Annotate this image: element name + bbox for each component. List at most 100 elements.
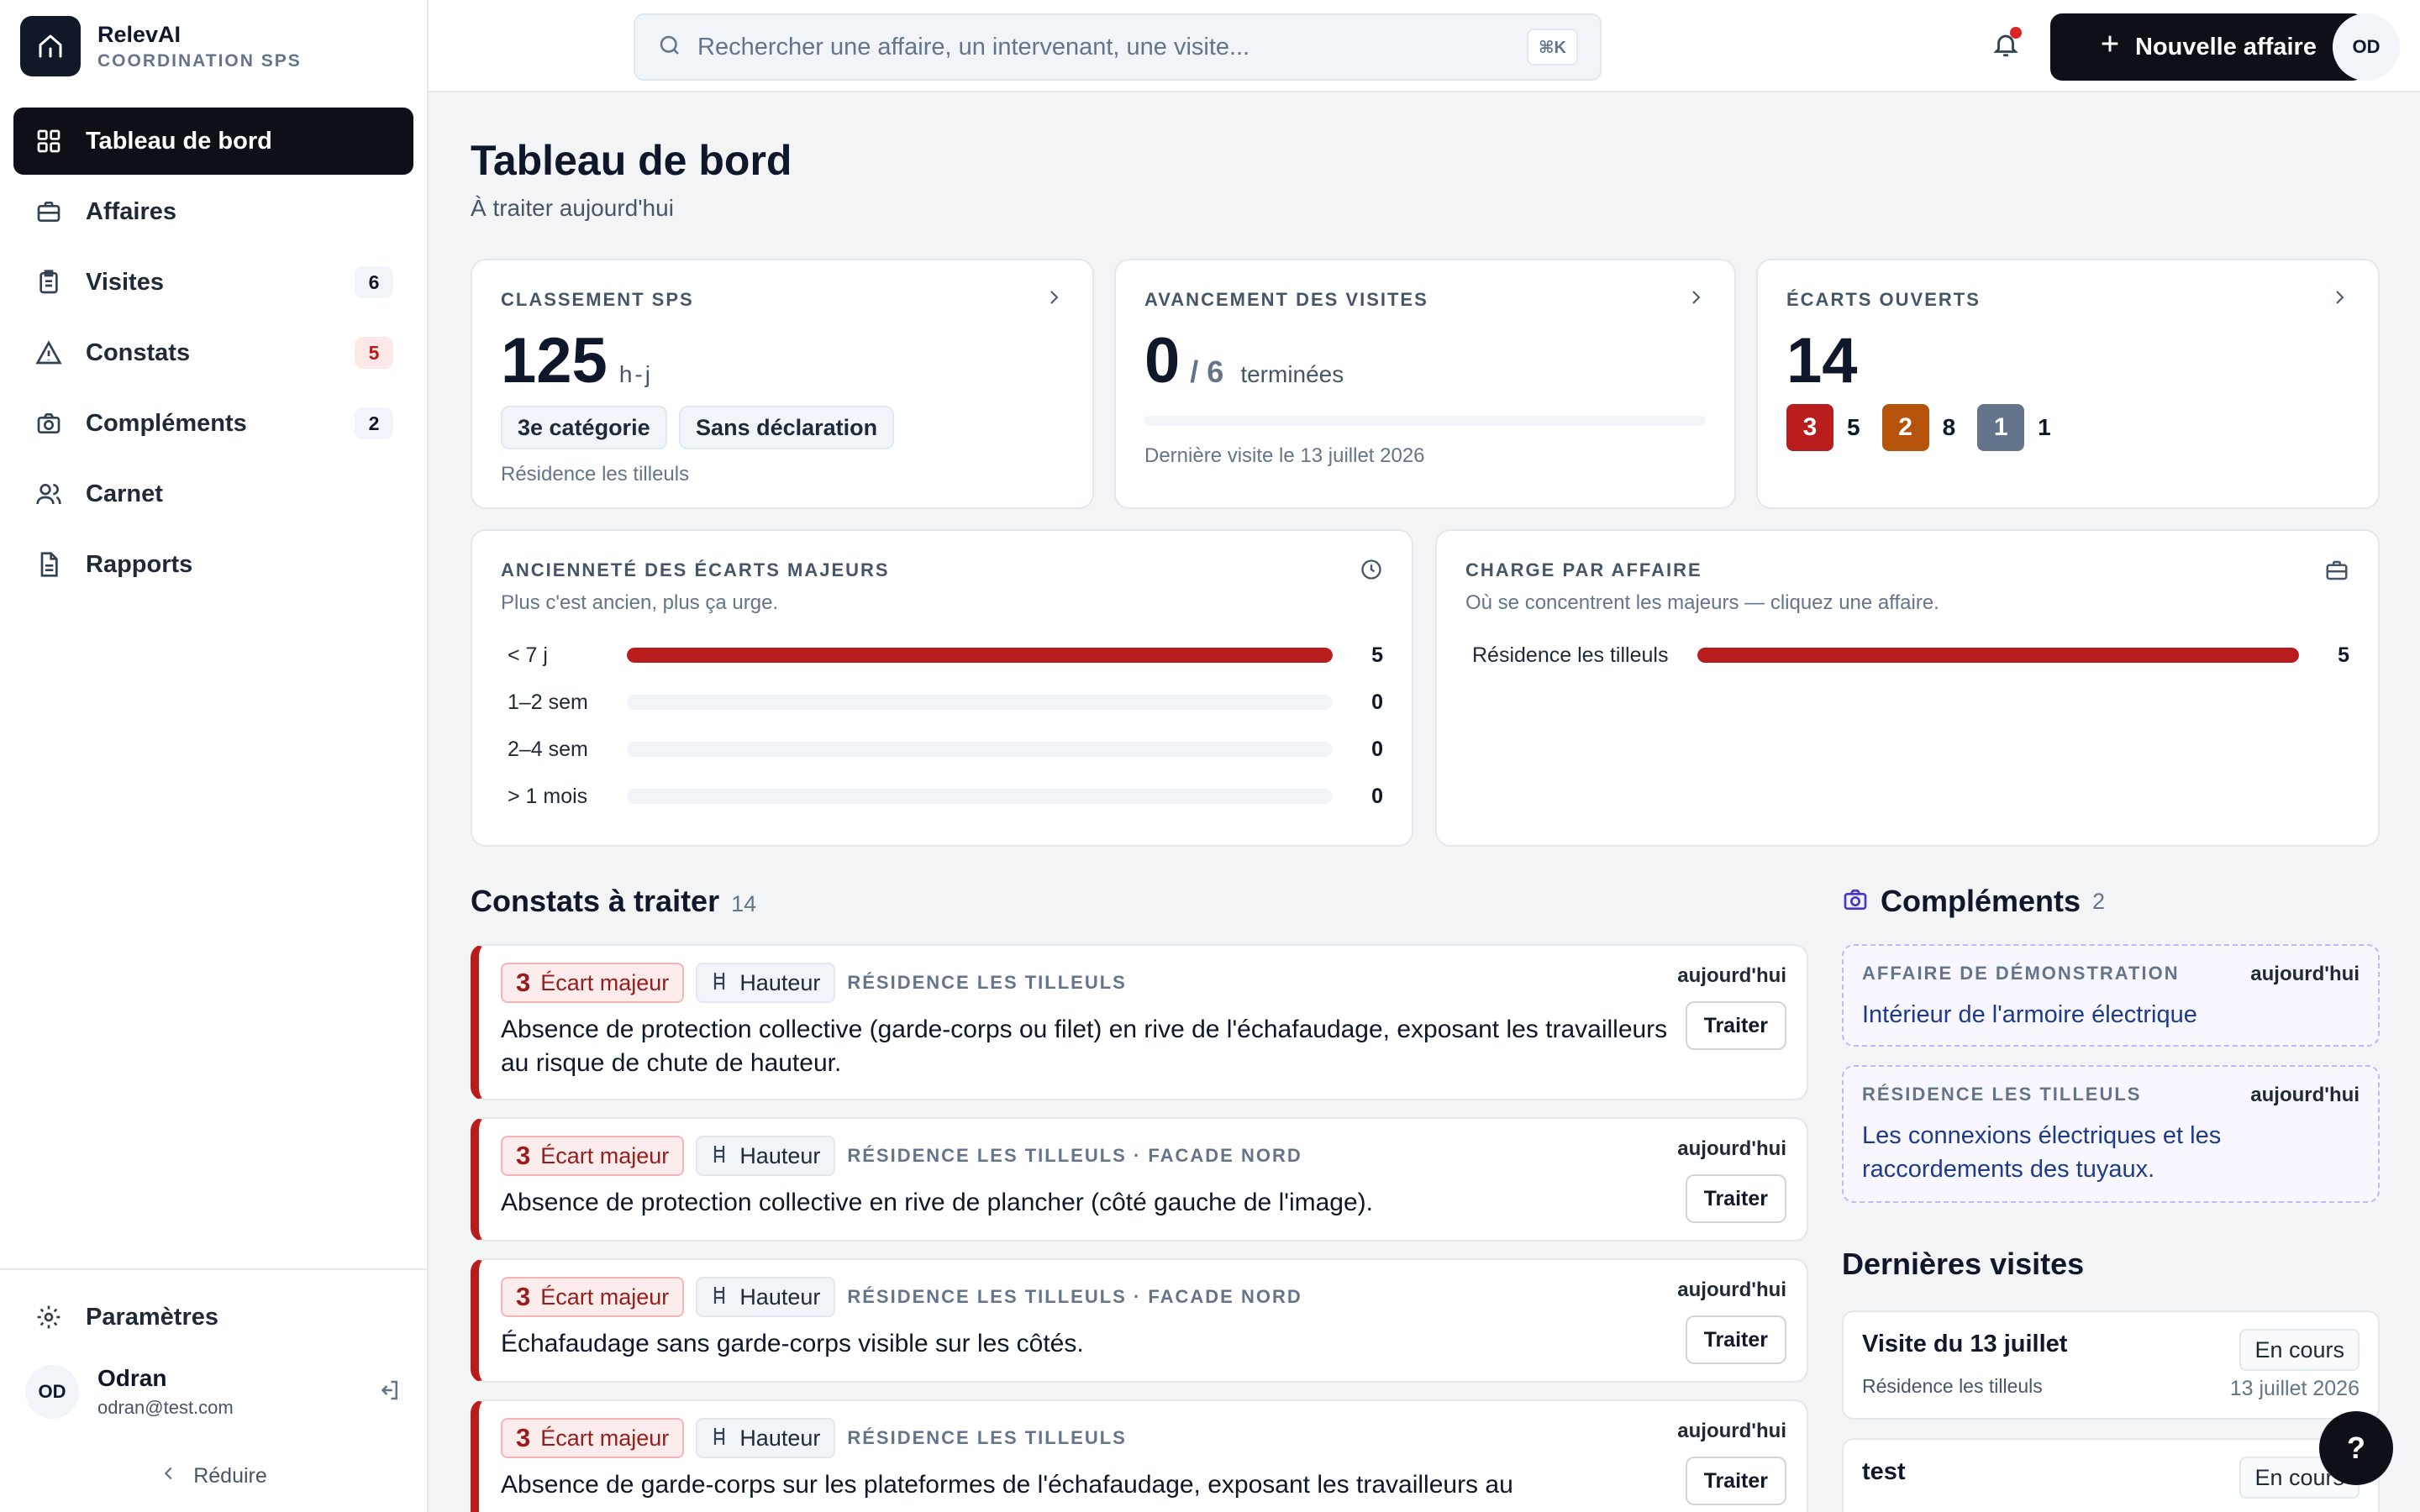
card-subtitle: Où se concentrent les majeurs — cliquez …	[1465, 591, 1939, 614]
severity-level-1-badge: 1	[1977, 404, 2025, 451]
constat-location: RÉSIDENCE LES TILLEULS · FACADE NORD	[847, 1286, 1302, 1307]
row-label: Résidence les tilleuls	[1472, 643, 1669, 667]
kpi-avancement-card[interactable]: AVANCEMENT DES VISITES 0 / 6 terminées D…	[1114, 259, 1736, 509]
ladder-icon	[711, 1425, 728, 1452]
constat-card[interactable]: 3 Écart majeur Hauteur RÉSIDENCE LES TILL…	[471, 1258, 1808, 1383]
card-title: ANCIENNETÉ DES ÉCARTS MAJEURS	[501, 559, 890, 580]
row-value: 0	[1371, 784, 1383, 808]
new-affaire-button[interactable]: Nouvelle affaire	[2050, 13, 2365, 81]
logout-icon[interactable]	[376, 1378, 402, 1407]
kpi-classement-card[interactable]: CLASSEMENT SPS 125 h-j 3e catégorie Sans…	[471, 259, 1094, 509]
anciennete-row[interactable]: 1–2 sem 0	[501, 679, 1383, 726]
row-value: 5	[1371, 643, 1383, 667]
chevron-right-icon	[1044, 287, 1064, 312]
user-name: Odran	[97, 1365, 167, 1391]
dashboard-icon	[34, 126, 64, 156]
visits-suffix: terminées	[1240, 361, 1344, 387]
row-label: > 1 mois	[508, 784, 588, 808]
main-content: Tableau de bord À traiter aujourd'hui CL…	[471, 92, 2380, 1512]
camera-icon	[1842, 886, 1869, 917]
top-avatar[interactable]: OD	[2333, 13, 2400, 81]
sidebar-item-affaires[interactable]: Affaires	[13, 178, 413, 245]
row-track	[1697, 648, 2299, 663]
sidebar-item-tableau-de-bord[interactable]: Tableau de bord	[13, 108, 413, 175]
traiter-button[interactable]: Traiter	[1685, 1174, 1786, 1223]
row-label: 2–4 sem	[508, 737, 588, 761]
warning-icon	[34, 338, 64, 368]
row-track	[627, 695, 1333, 710]
sidebar-item-label: Visites	[86, 268, 164, 296]
complement-affaire: AFFAIRE DE DÉMONSTRATION	[1862, 963, 2180, 984]
users-icon	[34, 479, 64, 509]
camera-icon	[34, 408, 64, 438]
kpi-label: ÉCARTS OUVERTS	[1786, 289, 1981, 310]
ladder-icon	[711, 1284, 728, 1310]
traiter-button[interactable]: Traiter	[1685, 1457, 1786, 1505]
sidebar-item-visites[interactable]: Visites 6	[13, 249, 413, 316]
constat-text: Absence de garde-corps sur les plateform…	[501, 1471, 1513, 1499]
severity-label: Écart majeur	[540, 1425, 670, 1451]
constat-text: Échafaudage sans garde-corps visible sur…	[501, 1330, 1084, 1357]
traiter-button[interactable]: Traiter	[1685, 1001, 1786, 1050]
new-affaire-label: Nouvelle affaire	[2135, 33, 2317, 60]
constat-card[interactable]: 3 Écart majeur Hauteur RÉSIDENCE LES TILL…	[471, 944, 1808, 1100]
search-bar[interactable]: ⌘K	[634, 13, 1602, 81]
constat-date: aujourd'hui	[1677, 964, 1786, 987]
severity-badge: 3 Écart majeur	[501, 1277, 685, 1317]
user-profile[interactable]: OD Odran odran@test.com	[0, 1354, 427, 1430]
category-label: Hauteur	[739, 969, 821, 995]
kpi-ecarts-card[interactable]: ÉCARTS OUVERTS 14 3 5 2 8 1 1	[1756, 259, 2380, 509]
sidebar-item-carnet[interactable]: Carnet	[13, 460, 413, 528]
search-input[interactable]	[697, 33, 1527, 61]
app-name: RelevAI	[97, 21, 182, 47]
severity-breakdown: 3 5 2 8 1 1	[1786, 404, 2349, 451]
ladder-icon	[711, 1143, 728, 1169]
severity-level-3-badge: 3	[1786, 404, 1833, 451]
severity-level-3-count: 5	[1847, 414, 1860, 440]
sidebar-item-complements[interactable]: Compléments 2	[13, 390, 413, 457]
sidebar-item-constats[interactable]: Constats 5	[13, 319, 413, 386]
complement-text: Intérieur de l'armoire électrique	[1862, 1001, 2197, 1028]
category-tag: Hauteur	[696, 1136, 836, 1176]
row-value: 0	[1371, 737, 1383, 761]
sidebar-item-label: Rapports	[86, 550, 193, 578]
chevron-right-icon	[1686, 287, 1706, 312]
complement-date: aujourd'hui	[2250, 1084, 2360, 1106]
sidebar-item-label: Carnet	[86, 480, 163, 507]
severity-level: 3	[516, 1282, 531, 1311]
anciennete-row[interactable]: > 1 mois 0	[501, 773, 1383, 820]
traiter-button[interactable]: Traiter	[1685, 1315, 1786, 1364]
complement-card[interactable]: AFFAIRE DE DÉMONSTRATION aujourd'hui Inté…	[1842, 944, 2380, 1047]
constats-count-badge: 5	[355, 337, 393, 369]
page-title: Tableau de bord	[471, 137, 792, 184]
kpi-label: CLASSEMENT SPS	[501, 289, 694, 310]
app-subtitle: COORDINATION SPS	[97, 50, 302, 71]
avatar: OD	[25, 1365, 79, 1419]
sidebar-item-rapports[interactable]: Rapports	[13, 531, 413, 598]
constat-card[interactable]: 3 Écart majeur Hauteur RÉSIDENCE LES TILL…	[471, 1117, 1808, 1242]
declaration-tag: Sans déclaration	[679, 406, 895, 449]
category-tag: Hauteur	[696, 963, 836, 1003]
charge-row[interactable]: Résidence les tilleuls 5	[1465, 632, 2349, 679]
reduce-label: Réduire	[193, 1463, 267, 1488]
severity-label: Écart majeur	[540, 1142, 670, 1168]
help-button[interactable]: ?	[2319, 1411, 2393, 1485]
anciennete-row[interactable]: < 7 j 5	[501, 632, 1383, 679]
sidebar-item-label: Compléments	[86, 409, 247, 437]
anciennete-row[interactable]: 2–4 sem 0	[501, 726, 1383, 773]
brand[interactable]: RelevAI COORDINATION SPS	[0, 0, 427, 92]
complement-card[interactable]: RÉSIDENCE LES TILLEULS aujourd'hui Les co…	[1842, 1065, 2380, 1203]
settings-button[interactable]: Paramètres	[13, 1284, 413, 1351]
visit-date: 13 juillet 2026	[2229, 1377, 2360, 1400]
visit-card[interactable]: test En cours	[1842, 1438, 2380, 1512]
kpi-note: Résidence les tilleuls	[501, 463, 690, 486]
constat-card[interactable]: 3 Écart majeur Hauteur RÉSIDENCE LES TILL…	[471, 1399, 1808, 1512]
sidebar-item-label: Tableau de bord	[86, 127, 272, 155]
clock-icon	[1360, 558, 1383, 585]
constat-date: aujourd'hui	[1677, 1137, 1786, 1160]
collapse-sidebar-button[interactable]: Réduire	[0, 1446, 427, 1505]
visits-progress-bar	[1144, 416, 1706, 426]
notifications-button[interactable]	[1985, 25, 2027, 67]
sidebar-nav: Tableau de bord Affaires Visites 6 Const…	[0, 92, 427, 598]
visit-card[interactable]: Visite du 13 juillet En cours Résidence …	[1842, 1310, 2380, 1420]
